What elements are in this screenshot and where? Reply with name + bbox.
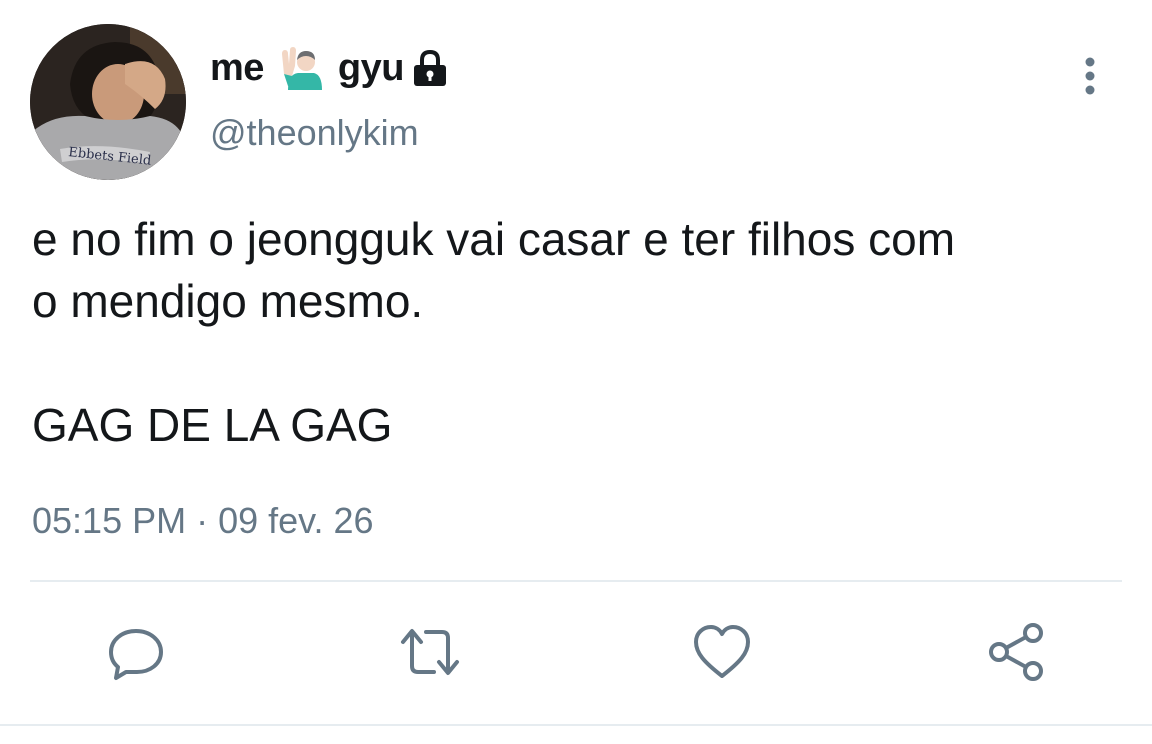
avatar[interactable]: Ebbets Field bbox=[30, 24, 186, 180]
meta-separator: · bbox=[196, 500, 209, 541]
tweet-date: 09 fev. 26 bbox=[218, 500, 374, 541]
action-bar bbox=[0, 620, 1152, 684]
bottom-divider bbox=[0, 724, 1152, 726]
tweet-text-line: GAG DE LA GAG bbox=[32, 399, 393, 451]
reply-icon[interactable] bbox=[104, 620, 168, 684]
display-name-part2: gyu bbox=[337, 46, 405, 89]
user-handle[interactable]: @theonlykim bbox=[210, 112, 419, 154]
tweet-text-line: o mendigo mesmo. bbox=[32, 275, 424, 327]
avatar-photo: Ebbets Field bbox=[30, 24, 186, 180]
divider bbox=[30, 580, 1122, 582]
like-icon[interactable] bbox=[690, 620, 754, 684]
display-name-row: me gyu bbox=[210, 44, 450, 92]
person-raising-hand-emoji-icon bbox=[276, 44, 324, 92]
tweet-card: Ebbets Field me gyu @theonlykim e no fim… bbox=[0, 0, 1152, 744]
tweet-timestamp[interactable]: 05:15 PM · 09 fev. 26 bbox=[32, 500, 374, 542]
share-icon[interactable] bbox=[986, 620, 1050, 684]
tweet-text-line: e no fim o jeongguk vai casar e ter filh… bbox=[32, 213, 956, 265]
more-options-icon[interactable] bbox=[1072, 52, 1108, 100]
display-name-part1: me bbox=[210, 46, 264, 89]
tweet-text: e no fim o jeongguk vai casar e ter filh… bbox=[32, 208, 1132, 456]
tweet-time: 05:15 PM bbox=[32, 500, 187, 541]
retweet-icon[interactable] bbox=[398, 620, 462, 684]
lock-icon bbox=[410, 48, 450, 88]
